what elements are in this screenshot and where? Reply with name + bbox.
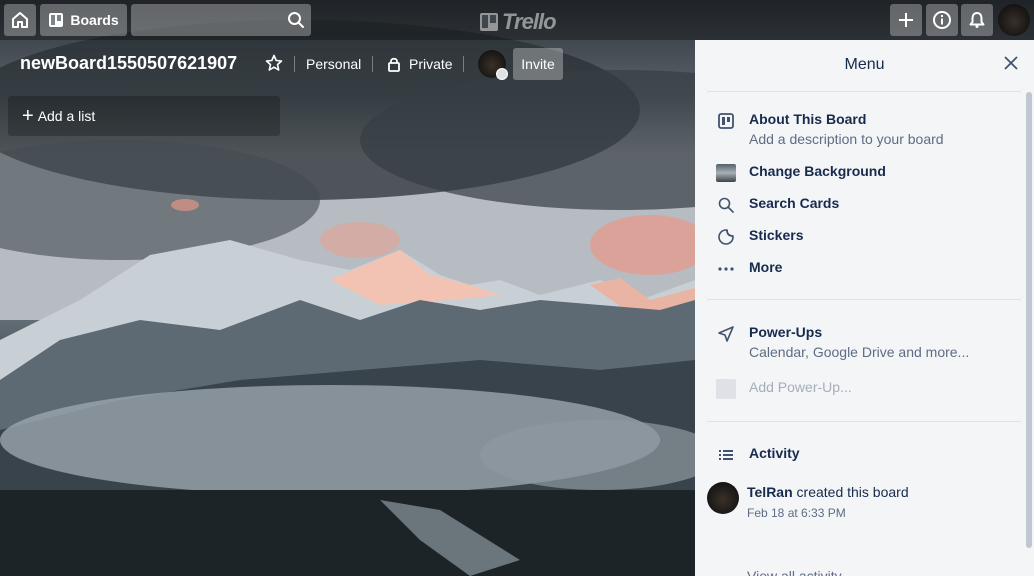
menu-title: Menu (844, 56, 885, 73)
invite-button[interactable]: Invite (513, 48, 563, 80)
activity-user[interactable]: TelRan (747, 484, 793, 500)
activity-timestamp[interactable]: Feb 18 at 6:33 PM (747, 506, 846, 520)
logo-text: Trello (502, 9, 557, 34)
bell-icon (969, 12, 985, 28)
plus-icon: + (22, 105, 34, 127)
member-avatar[interactable] (478, 50, 508, 80)
separator (463, 56, 464, 72)
activity-title: Activity (749, 445, 800, 461)
view-all-activity-link[interactable]: View all activity... (747, 568, 852, 576)
ellipsis-icon (715, 259, 737, 279)
add-list-button[interactable]: + Add a list (8, 96, 280, 136)
background-thumbnail (715, 163, 737, 183)
close-icon (1004, 56, 1018, 70)
menu-item-search-cards[interactable]: Search Cards (715, 195, 839, 215)
menu-divider (707, 299, 1021, 300)
admin-badge (496, 68, 508, 80)
separator (294, 56, 295, 72)
list-icon (715, 445, 737, 465)
separator (372, 56, 373, 72)
menu-item-subtitle: Add a description to your board (749, 131, 944, 147)
home-icon (12, 12, 28, 28)
menu-item-label: Stickers (749, 227, 804, 243)
create-button[interactable] (890, 4, 922, 36)
info-button[interactable] (926, 4, 958, 36)
user-avatar[interactable] (998, 4, 1030, 36)
star-icon (265, 54, 283, 71)
menu-item-subtitle: Calendar, Google Drive and more... (749, 344, 970, 360)
trello-logo-icon (480, 13, 498, 31)
star-button[interactable] (265, 54, 283, 77)
activity-header: Activity (715, 445, 800, 465)
menu-divider (707, 421, 1021, 422)
notifications-button[interactable] (961, 4, 993, 36)
search-icon (715, 195, 737, 215)
menu-item-more[interactable]: More (715, 259, 782, 279)
menu-item-label: Power-Ups (749, 324, 823, 340)
board-icon (49, 13, 64, 27)
home-button[interactable] (4, 4, 36, 36)
menu-item-label: Search Cards (749, 195, 840, 211)
boards-button[interactable]: Boards (40, 4, 127, 36)
boards-label: Boards (70, 12, 119, 28)
visibility-button[interactable]: Private (387, 56, 453, 72)
rocket-icon (715, 324, 737, 344)
add-list-label: Add a list (37, 108, 96, 124)
add-power-up-label: Add Power-Up... (749, 379, 852, 395)
team-button[interactable]: Personal (306, 56, 361, 72)
add-power-up-button[interactable]: Add Power-Up... (715, 379, 852, 399)
trello-logo[interactable]: Trello (480, 9, 557, 35)
board-title[interactable]: newBoard1550507621907 (20, 53, 237, 74)
search-input[interactable] (131, 4, 281, 36)
menu-item-about[interactable]: About This Board Add a description to yo… (715, 111, 944, 147)
menu-divider (707, 91, 1021, 92)
avatar[interactable] (707, 482, 739, 514)
info-icon (933, 11, 951, 29)
menu-scrollbar[interactable] (1026, 92, 1032, 548)
menu-item-label: Change Background (749, 163, 886, 179)
menu-item-label: More (749, 259, 783, 275)
board-icon (715, 111, 737, 131)
placeholder-icon (715, 379, 737, 399)
search-box[interactable] (131, 4, 311, 36)
menu-item-label: About This Board (749, 111, 867, 127)
close-menu-button[interactable] (1002, 54, 1020, 77)
activity-entry: TelRan created this board (747, 484, 909, 500)
top-header: Boards Trello (0, 0, 1034, 40)
lock-icon (388, 57, 400, 72)
search-icon[interactable] (287, 11, 305, 29)
activity-action: created this board (796, 484, 909, 500)
menu-item-power-ups[interactable]: Power-Ups Calendar, Google Drive and mor… (715, 324, 969, 360)
visibility-label: Private (409, 56, 453, 72)
menu-item-stickers[interactable]: Stickers (715, 227, 803, 247)
sticker-icon (715, 227, 737, 247)
plus-icon (899, 13, 913, 27)
menu-item-change-background[interactable]: Change Background (715, 163, 886, 183)
board-menu: Menu About This Board Add a description … (695, 40, 1034, 576)
